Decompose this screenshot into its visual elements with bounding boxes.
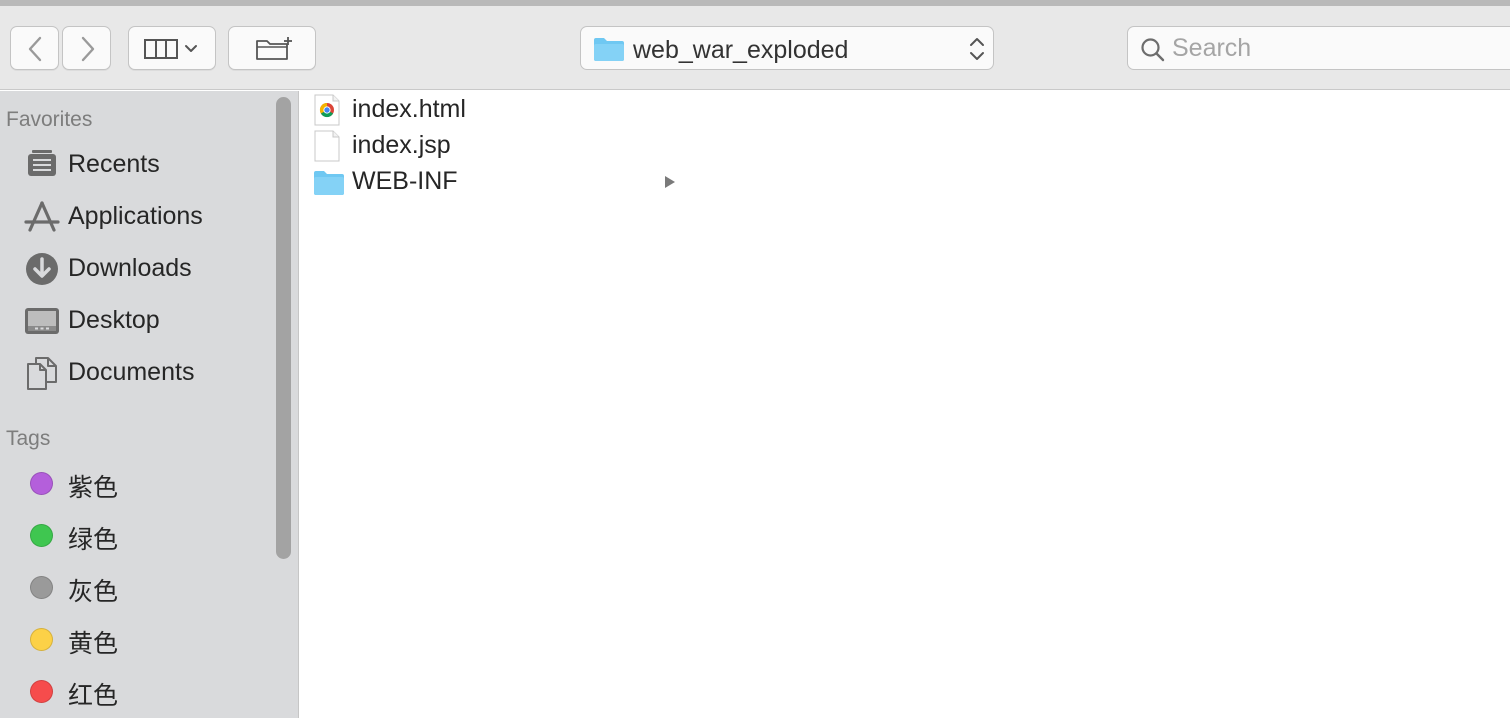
file-name: index.html: [352, 95, 466, 123]
sidebar-item-downloads[interactable]: Downloads: [0, 247, 270, 291]
sidebar-tag-green[interactable]: 绿色: [0, 513, 270, 557]
toolbar: web_war_exploded: [0, 6, 1510, 90]
sidebar-item-label: 绿色: [68, 526, 119, 554]
tag-color-dot: [30, 628, 53, 651]
sidebar-scrollbar[interactable]: [276, 97, 291, 559]
new-folder-button[interactable]: [228, 26, 316, 70]
applications-icon: [24, 201, 60, 232]
sidebar-item-label: Applications: [68, 202, 203, 230]
folder-icon: [314, 171, 344, 195]
columns-view-icon: [144, 39, 197, 59]
chevron-right-icon: [81, 36, 95, 62]
search-icon: [1141, 38, 1165, 62]
folder-icon: [594, 38, 624, 61]
folder-row[interactable]: WEB-INF: [300, 163, 690, 199]
sidebar-item-label: Desktop: [68, 306, 160, 334]
tags-header: Tags: [6, 427, 51, 450]
sidebar-item-label: 灰色: [68, 578, 119, 606]
path-dropdown[interactable]: web_war_exploded: [580, 26, 994, 70]
new-folder-icon: [256, 37, 292, 60]
file-column: index.html index.jsp WEB-INF: [300, 91, 1510, 718]
back-button[interactable]: [10, 26, 59, 70]
sidebar-tag-purple[interactable]: 紫色: [0, 461, 270, 505]
forward-button[interactable]: [62, 26, 111, 70]
sidebar-item-label: Documents: [68, 358, 195, 386]
current-folder-name: web_war_exploded: [633, 36, 849, 64]
sidebar: Favorites Recents Applications Downloads: [0, 91, 299, 718]
updown-chevron-icon: [970, 38, 984, 60]
chevron-left-icon: [28, 36, 42, 62]
sidebar-item-documents[interactable]: Documents: [0, 351, 270, 395]
favorites-header: Favorites: [6, 108, 93, 131]
sidebar-item-label: 红色: [68, 682, 119, 710]
disclosure-arrow-icon[interactable]: [664, 175, 676, 189]
desktop-icon: [25, 308, 59, 334]
file-row[interactable]: index.jsp: [300, 127, 690, 163]
sidebar-item-label: 紫色: [68, 474, 119, 502]
downloads-icon: [26, 253, 58, 285]
tag-color-dot: [30, 576, 53, 599]
sidebar-item-desktop[interactable]: Desktop: [0, 299, 270, 343]
file-row[interactable]: index.html: [300, 91, 690, 127]
sidebar-tag-gray[interactable]: 灰色: [0, 565, 270, 609]
folder-name: WEB-INF: [352, 167, 458, 195]
documents-icon: [27, 357, 57, 390]
sidebar-item-label: Recents: [68, 150, 160, 178]
recents-icon: [28, 150, 56, 176]
sidebar-tag-yellow[interactable]: 黄色: [0, 617, 270, 661]
view-options-button[interactable]: [128, 26, 216, 70]
blank-document-icon: [314, 130, 340, 162]
tag-color-dot: [30, 472, 53, 495]
file-name: index.jsp: [352, 131, 451, 159]
tag-color-dot: [30, 680, 53, 703]
sidebar-item-label: Downloads: [68, 254, 192, 282]
sidebar-tag-red[interactable]: 红色: [0, 669, 270, 713]
chrome-document-icon: [314, 94, 340, 126]
sidebar-item-label: 黄色: [68, 630, 119, 658]
sidebar-item-recents[interactable]: Recents: [0, 143, 270, 187]
search-field[interactable]: [1127, 26, 1510, 70]
sidebar-item-applications[interactable]: Applications: [0, 195, 270, 239]
tag-color-dot: [30, 524, 53, 547]
search-input[interactable]: [1172, 33, 1502, 63]
